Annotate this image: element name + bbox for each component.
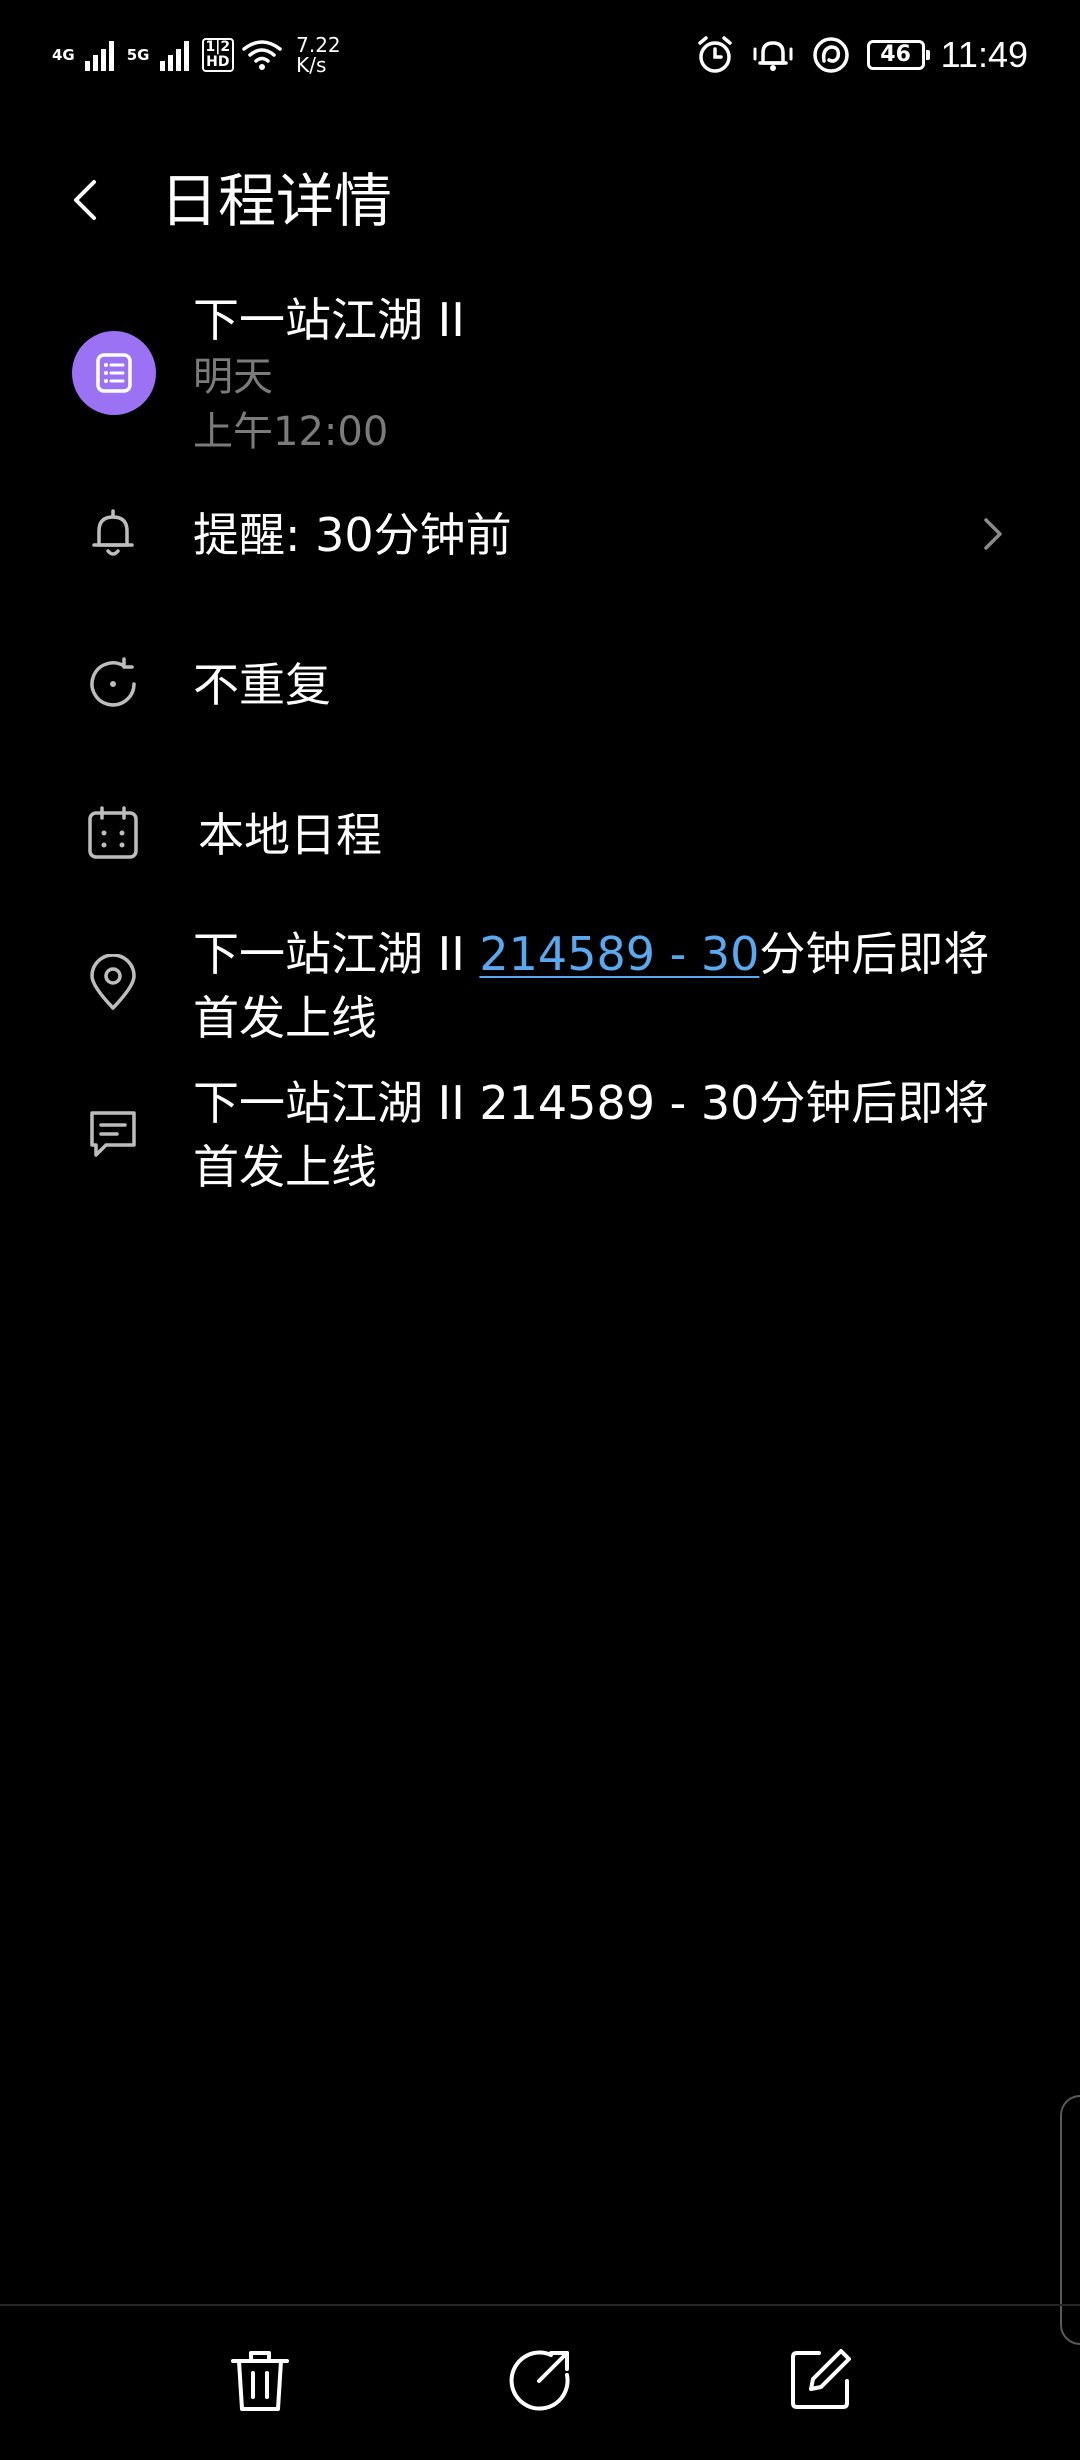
vibrate-icon	[753, 41, 793, 71]
list-icon	[96, 353, 132, 393]
status-right: 46 11:49	[695, 28, 1028, 82]
calendar-label: 本地日程	[198, 808, 382, 862]
event-title: 下一站江湖 II	[193, 293, 465, 347]
hd-icon: 1|2 HD	[201, 38, 235, 72]
chevron-right-icon	[984, 518, 1002, 550]
bell-icon	[92, 509, 134, 556]
notes-text: 下一站江湖 II 214589 - 30分钟后即将首发上线	[193, 1076, 990, 1194]
network-type-2: 5G	[126, 45, 150, 64]
nfc-icon	[812, 37, 849, 73]
battery-icon: 46	[866, 40, 930, 70]
alarm-icon	[697, 36, 732, 73]
share-button[interactable]	[502, 2342, 578, 2418]
location-prefix: 下一站江湖 II	[193, 927, 480, 981]
status-left: 4G 5G 1|2 HD 7.22 K/s	[52, 28, 341, 82]
message-icon	[90, 1111, 136, 1157]
wifi-icon	[242, 40, 282, 70]
event-type-badge	[72, 331, 156, 415]
event-time: 上午12:00	[193, 409, 389, 455]
page-title: 日程详情	[160, 167, 393, 235]
status-bar: 4G 5G 1|2 HD 7.22 K/s 46 11:49	[0, 0, 1080, 110]
signal-icon	[84, 41, 114, 71]
status-time: 11:49	[940, 34, 1028, 75]
speed-unit: K/s	[296, 53, 327, 77]
speed-value: 7.22	[296, 33, 341, 57]
repeat-label: 不重复	[193, 658, 331, 712]
header: 日程详情	[0, 150, 1080, 250]
network-type-1: 4G	[52, 45, 75, 64]
network-speed: 7.22 K/s	[296, 35, 341, 75]
reminder-label: 提醒: 30分钟前	[193, 508, 512, 562]
repeat-icon	[90, 657, 136, 707]
delete-button[interactable]	[222, 2342, 298, 2418]
bottom-toolbar	[0, 2304, 1080, 2460]
event-date: 明天	[193, 354, 273, 400]
edit-icon	[791, 2349, 851, 2409]
signal-icon	[159, 41, 189, 71]
hd-bottom-text: HD	[206, 54, 230, 70]
hd-top-text: 1|2	[205, 39, 231, 55]
location-text: 下一站江湖 II 214589 - 30分钟后即将首发上线	[193, 922, 993, 1050]
trash-icon	[231, 2351, 289, 2411]
edit-button[interactable]	[782, 2342, 858, 2418]
chevron-left-icon[interactable]	[60, 174, 112, 226]
location-link[interactable]: 214589 - 30	[479, 927, 759, 981]
share-icon	[509, 2350, 570, 2411]
location-pin-icon	[90, 954, 136, 1010]
calendar-icon	[88, 806, 138, 859]
